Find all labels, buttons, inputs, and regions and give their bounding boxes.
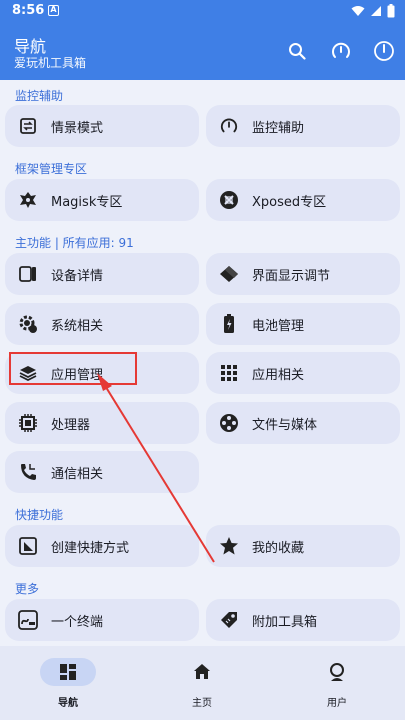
nav-user[interactable]: 用户 — [287, 658, 387, 709]
annotation-arrow — [97, 373, 215, 563]
bottom-navigation: 导航 主页 用户 — [0, 646, 405, 720]
nav-navigation[interactable]: 导航 — [18, 658, 118, 709]
home-icon — [193, 663, 211, 681]
nav-label: 导航 — [58, 698, 78, 709]
dashboard-icon — [59, 663, 77, 681]
nav-pill — [40, 658, 96, 686]
nav-pill — [309, 658, 365, 686]
nav-label: 主页 — [192, 698, 212, 709]
nav-label: 用户 — [327, 698, 347, 709]
nav-pill — [174, 658, 230, 686]
user-icon — [328, 662, 346, 682]
nav-home[interactable]: 主页 — [152, 658, 252, 709]
